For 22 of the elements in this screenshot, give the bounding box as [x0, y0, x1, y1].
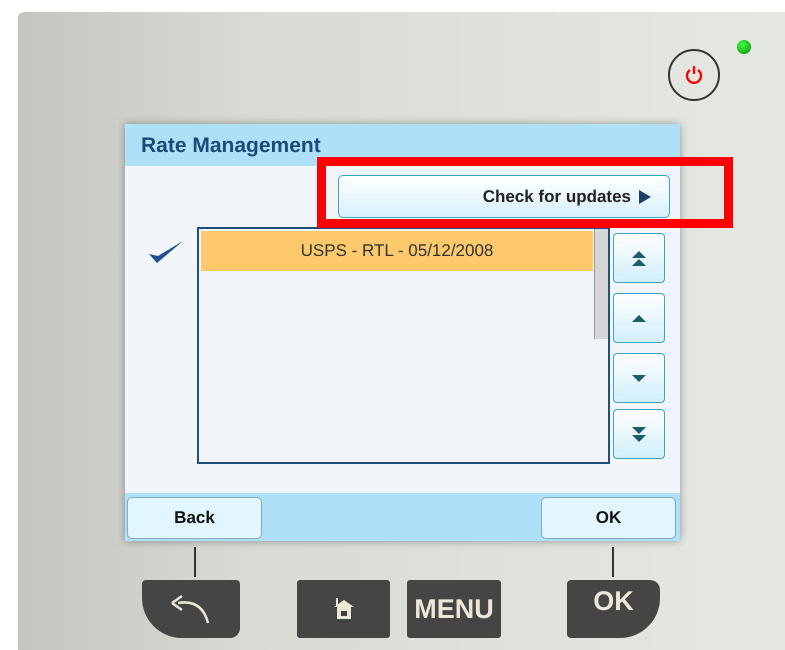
check-updates-button[interactable]: Check for updates: [338, 175, 670, 218]
screen-title: Rate Management: [141, 133, 321, 159]
scroll-down-button[interactable]: [613, 353, 665, 403]
back-softkey[interactable]: Back: [127, 497, 262, 539]
scroll-up-button[interactable]: [613, 293, 665, 343]
menu-key[interactable]: MENU: [407, 580, 501, 638]
ok-key[interactable]: OK: [567, 580, 660, 638]
back-key[interactable]: [142, 580, 240, 638]
double-up-arrow-icon: [631, 250, 647, 266]
power-icon: [683, 64, 705, 86]
up-arrow-icon: [631, 314, 647, 322]
home-icon: [332, 598, 354, 620]
home-key[interactable]: [297, 580, 390, 638]
scroll-top-button[interactable]: [613, 233, 665, 283]
double-down-arrow-icon: [631, 426, 647, 442]
down-arrow-icon: [631, 374, 647, 382]
power-button[interactable]: [668, 49, 720, 101]
scroll-bottom-button[interactable]: [613, 409, 665, 459]
play-icon: [639, 190, 651, 204]
ok-softkey[interactable]: OK: [541, 497, 676, 539]
rate-item[interactable]: USPS - RTL - 05/12/2008: [201, 231, 593, 271]
status-led: [737, 40, 751, 54]
